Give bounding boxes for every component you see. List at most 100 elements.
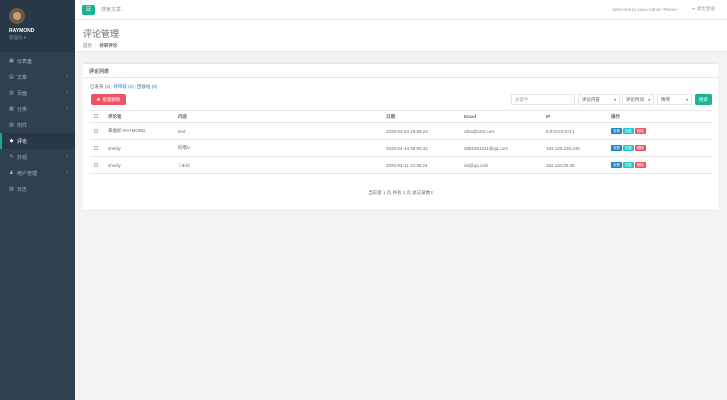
sidebar-nav: ▣ 仪表盘 ▤ 文章 ‹ ▥ 页面 ‹ ▦ 分类 ‹ ▧ 附件 ◆ 评论 ✎ 外观 ‹ ♟ 用户管理 ‹ … bbox=[0, 53, 75, 197]
user-icon: ♟ bbox=[9, 170, 14, 176]
chevron-down-icon: ▾ bbox=[686, 97, 688, 102]
comment-icon: ◆ bbox=[9, 138, 14, 144]
log-icon: ▨ bbox=[9, 186, 14, 192]
cell-date: 2020-04-14 09:55:42 bbox=[384, 139, 462, 157]
chevron-left-icon: ‹ bbox=[66, 154, 68, 160]
field-select[interactable]: 评论内容 ▾ bbox=[578, 94, 620, 105]
breadcrumb-home[interactable]: 首页 bbox=[83, 43, 92, 48]
appearance-icon: ✎ bbox=[9, 154, 14, 160]
sidebar: RAYMOND 管理员 ▾ ▣ 仪表盘 ▤ 文章 ‹ ▥ 页面 ‹ ▦ 分类 ‹ ▧ 附件 ◆ 评… bbox=[0, 0, 75, 400]
user-name: RAYMOND bbox=[9, 28, 35, 34]
batch-delete-label: 批量删除 bbox=[102, 96, 121, 102]
top-bar: ☰ 搜索文章... Welcome to sxLiu Admin Theme. … bbox=[75, 0, 727, 20]
sidebar-item-label: 页面 bbox=[17, 90, 28, 97]
page-icon: ▥ bbox=[9, 90, 14, 96]
row-checkbox[interactable] bbox=[94, 162, 98, 167]
profile: RAYMOND 管理员 ▾ bbox=[0, 0, 75, 52]
field-select-value: 评论内容 bbox=[582, 96, 600, 102]
sidebar-item-article[interactable]: ▤ 文章 ‹ bbox=[0, 69, 75, 85]
filter-divider: | bbox=[134, 84, 136, 89]
keyword-input[interactable]: 关键字 bbox=[511, 94, 575, 105]
cell-content: 的哦V bbox=[176, 139, 384, 157]
sidebar-item-appearance[interactable]: ✎ 外观 ‹ bbox=[0, 149, 75, 165]
menu-toggle-button[interactable]: ☰ bbox=[82, 4, 95, 15]
cell-ip: 0:0:0:0:0:0:0:1 bbox=[544, 122, 609, 140]
sidebar-item-label: 日志 bbox=[17, 186, 28, 193]
row-checkbox[interactable] bbox=[94, 145, 98, 150]
table-row: shmily 的哦V 2020-04-14 09:55:42 268156131… bbox=[90, 139, 712, 157]
cell-ip: 182.120.236.245 bbox=[544, 139, 609, 157]
delete-button[interactable]: 删除 bbox=[635, 128, 646, 134]
cell-content: test bbox=[176, 122, 384, 140]
delete-button[interactable]: 删除 bbox=[635, 162, 646, 168]
page-heading: 评论管理 首页 / 待审评论 bbox=[75, 20, 727, 52]
sidebar-item-category[interactable]: ▦ 分类 ‹ bbox=[0, 101, 75, 117]
row-select-cell bbox=[90, 122, 106, 140]
filter-pending[interactable]: 待审核 (0) bbox=[113, 84, 133, 89]
sort-order-select[interactable]: 降序 ▾ bbox=[657, 94, 692, 105]
user-role-dropdown[interactable]: 管理员 ▾ bbox=[9, 35, 75, 41]
sidebar-item-comment[interactable]: ◆ 评论 bbox=[0, 133, 75, 149]
batch-delete-button[interactable]: ✖ 批量删除 bbox=[91, 94, 126, 105]
attachment-icon: ▧ bbox=[9, 122, 14, 128]
reply-button[interactable]: 回复 bbox=[623, 128, 634, 134]
col-date: 日期 bbox=[384, 110, 462, 123]
sidebar-item-page[interactable]: ▥ 页面 ‹ bbox=[0, 85, 75, 101]
cell-content: `l.lk:kl bbox=[176, 156, 384, 174]
search-button[interactable]: 搜索 bbox=[695, 94, 712, 105]
welcome-text: Welcome to sxLiu Admin Theme. bbox=[612, 7, 678, 12]
reply-button[interactable]: 回复 bbox=[623, 162, 634, 168]
sidebar-item-dashboard[interactable]: ▣ 仪表盘 bbox=[0, 53, 75, 69]
filter-trash[interactable]: 回收站 (0) bbox=[137, 84, 157, 89]
sidebar-item-label: 外观 bbox=[17, 154, 28, 161]
delete-button[interactable]: 删除 bbox=[635, 145, 646, 151]
sidebar-item-attachment[interactable]: ▧ 附件 bbox=[0, 117, 75, 133]
chevron-left-icon: ‹ bbox=[66, 74, 68, 80]
top-search-input[interactable]: 搜索文章... bbox=[101, 6, 125, 13]
chevron-down-icon: ▾ bbox=[614, 97, 616, 102]
col-author: 评论者 bbox=[106, 110, 176, 123]
avatar[interactable] bbox=[9, 8, 25, 24]
col-content: 内容 bbox=[176, 110, 384, 123]
row-checkbox[interactable] bbox=[94, 128, 98, 133]
select-all-checkbox[interactable] bbox=[94, 114, 98, 118]
cell-email: oilcx@163.com bbox=[462, 122, 544, 140]
cell-actions: 查看 回复 删除 bbox=[609, 156, 712, 174]
article-icon: ▤ bbox=[9, 74, 14, 80]
col-email: Email bbox=[462, 110, 544, 123]
view-button[interactable]: 查看 bbox=[611, 128, 622, 134]
sidebar-item-log[interactable]: ▨ 日志 bbox=[0, 181, 75, 197]
table-row: shmily `l.lk:kl 2020-04-11 12:35:24 26@q… bbox=[90, 156, 712, 174]
table-header-row: 评论者 内容 日期 Email IP 操作 bbox=[90, 110, 712, 123]
status-filters: 已发布 (3)|待审核 (0)|回收站 (0) bbox=[90, 84, 157, 90]
sidebar-item-label: 文章 bbox=[17, 74, 28, 81]
breadcrumb: 首页 / 待审评论 bbox=[83, 43, 727, 49]
cell-email: 2681561311@qq.com bbox=[462, 139, 544, 157]
view-button[interactable]: 查看 bbox=[611, 162, 622, 168]
cell-email: 26@qq.com bbox=[462, 156, 544, 174]
chevron-down-icon: ▾ bbox=[648, 97, 650, 102]
breadcrumb-separator: / bbox=[95, 43, 97, 48]
select-all-cell bbox=[90, 110, 106, 123]
logout-label: 退出登录 bbox=[697, 6, 715, 11]
cell-author: 黄雅如 RAYMOND bbox=[106, 122, 176, 140]
sidebar-item-label: 用户管理 bbox=[17, 170, 38, 177]
sort-field-select[interactable]: 评论时间 ▾ bbox=[622, 94, 654, 105]
table-row: 黄雅如 RAYMOND test 2020-04-24 19:56:23 oil… bbox=[90, 122, 712, 140]
breadcrumb-current: 待审评论 bbox=[99, 43, 118, 48]
category-icon: ▦ bbox=[9, 106, 14, 112]
view-button[interactable]: 查看 bbox=[611, 145, 622, 151]
cell-actions: 查看 回复 删除 bbox=[609, 139, 712, 157]
page-title: 评论管理 bbox=[83, 29, 120, 39]
chevron-left-icon: ‹ bbox=[66, 90, 68, 96]
filter-published[interactable]: 已发布 (3) bbox=[90, 84, 110, 89]
reply-button[interactable]: 回复 bbox=[623, 145, 634, 151]
comment-table: 评论者 内容 日期 Email IP 操作 黄雅如 RAYMOND test 2… bbox=[90, 110, 712, 174]
dashboard-icon: ▣ bbox=[9, 58, 14, 64]
sidebar-item-users[interactable]: ♟ 用户管理 ‹ bbox=[0, 165, 75, 181]
col-actions: 操作 bbox=[609, 110, 712, 123]
sidebar-item-label: 评论 bbox=[17, 138, 28, 145]
logout-link[interactable]: ⇥ 退出登录 bbox=[691, 6, 715, 12]
close-icon: ✖ bbox=[96, 96, 101, 102]
chevron-left-icon: ‹ bbox=[66, 106, 68, 112]
